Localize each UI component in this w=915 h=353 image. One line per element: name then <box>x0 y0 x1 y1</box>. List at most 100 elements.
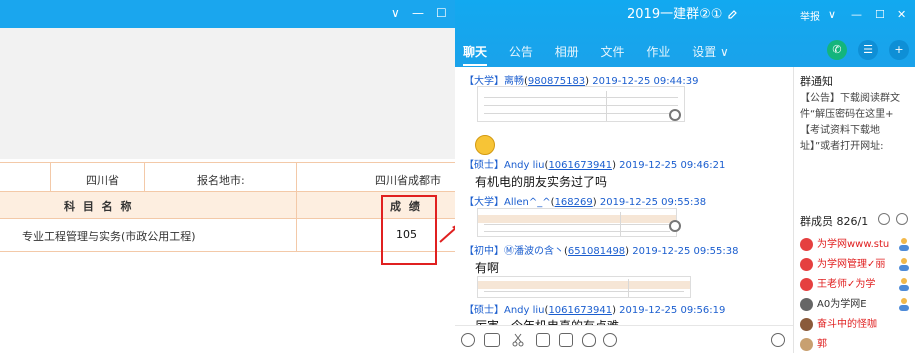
member-item[interactable]: 为学网管理✓丽 <box>800 257 912 273</box>
image-thumbnail[interactable] <box>477 276 691 298</box>
subject-header: 科 目 名 称 <box>64 200 134 213</box>
chat-tabs: 聊天 公告 相册 文件 作业 设置 ∨ <box>463 43 747 66</box>
emoji-icon[interactable] <box>461 333 475 347</box>
tab-album[interactable]: 相册 <box>555 43 579 60</box>
message-time: 2019-12-25 09:55:38 <box>632 246 739 257</box>
page-background <box>0 28 455 159</box>
add-icon[interactable]: + <box>889 40 909 60</box>
member-item[interactable]: 奋斗中的怪咖 <box>800 317 912 333</box>
zoom-icon[interactable] <box>669 109 681 121</box>
avatar <box>800 258 813 271</box>
message-time: 2019-12-25 09:56:19 <box>619 305 726 316</box>
message-text: 厉害，今年机电真的有点难 <box>475 317 619 325</box>
person-icon <box>899 278 909 291</box>
folder-icon[interactable] <box>536 333 550 347</box>
maximize-button[interactable]: ☐ <box>436 6 447 20</box>
sender-qq[interactable]: 1061673941 <box>548 305 612 316</box>
member-level: 【硕士】 <box>464 160 504 171</box>
chat-header: 2019一建群②① 举报 ∨ — ☐ ✕ 聊天 公告 相册 文件 作业 设置 ∨… <box>455 0 915 67</box>
sender-nickname[interactable]: Allen^_^ <box>504 197 551 208</box>
image-thumbnail[interactable] <box>477 208 677 237</box>
tab-settings[interactable]: 设置 ∨ <box>692 43 729 60</box>
call-icon[interactable]: ✆ <box>827 40 847 60</box>
score-query-window: ∨ — ☐ 四川省 报名地市: 四川省成都市 科 目 名 称 成 绩 专业工程管… <box>0 0 455 353</box>
minimize-button[interactable]: — <box>851 8 862 21</box>
sender-qq[interactable]: 168269 <box>555 197 593 208</box>
input-toolbar <box>455 325 793 353</box>
score-highlight-box <box>381 195 437 265</box>
member-item[interactable]: 为学网www.stu <box>800 237 912 253</box>
group-title[interactable]: 2019一建群②① <box>627 7 722 23</box>
member-name: 奋斗中的怪咖 <box>817 319 877 330</box>
message-time: 2019-12-25 09:55:38 <box>599 197 707 208</box>
city-label: 报名地市: <box>197 174 245 187</box>
member-name: 王老师✓为学 <box>817 279 876 290</box>
avatar <box>800 238 813 251</box>
message-time: 2019-12-25 09:46:21 <box>619 160 726 171</box>
members-count: 群成员 826/1 <box>800 215 869 228</box>
edit-icon[interactable] <box>727 9 738 20</box>
person-icon <box>899 298 909 311</box>
member-name: 为学网管理✓丽 <box>817 259 886 270</box>
message-sender: 【硕士】Andy liu(1061673941) 2019-12-25 09:5… <box>464 305 726 316</box>
group-side-panel: 群通知 【公告】下载阅读群文件“解压密码在这里+【考试资料下载地址】”或者打开网… <box>793 67 915 353</box>
sender-qq[interactable]: 651081498 <box>568 246 625 257</box>
close-button[interactable]: ✕ <box>897 8 906 21</box>
emoji-sticker <box>475 135 495 155</box>
more-icon[interactable] <box>603 333 617 347</box>
tab-homework[interactable]: 作业 <box>646 43 670 60</box>
notice-body[interactable]: 【公告】下载阅读群文件“解压密码在这里+【考试资料下载地址】”或者打开网址: <box>800 91 910 155</box>
member-level: 【硕士】 <box>464 305 504 316</box>
member-item[interactable]: A0为学网E <box>800 297 912 313</box>
province-cell: 四川省 <box>86 174 119 187</box>
sender-qq[interactable]: 1061673941 <box>548 160 612 171</box>
person-icon <box>899 258 909 271</box>
message-icon[interactable]: ☰ <box>858 40 878 60</box>
minimize-button[interactable]: — <box>412 6 424 20</box>
gif-icon[interactable] <box>484 333 500 347</box>
subject-cell: 专业工程管理与实务(市政公用工程) <box>22 230 196 243</box>
sender-nickname[interactable]: Andy liu <box>504 305 545 316</box>
chevron-down-icon[interactable]: ∨ <box>828 8 836 21</box>
zoom-icon[interactable] <box>669 220 681 232</box>
member-item[interactable]: 郭 <box>800 337 912 353</box>
avatar <box>800 278 813 291</box>
notice-title: 群通知 <box>800 75 833 88</box>
avatar <box>800 338 813 351</box>
add-member-icon[interactable] <box>878 213 890 225</box>
city-value: 四川省成都市 <box>375 174 441 187</box>
column-divider <box>144 162 145 192</box>
history-clock-icon[interactable] <box>771 333 785 347</box>
message-sender: 【大学】离畅(980875183) 2019-12-25 09:44:39 <box>464 76 699 87</box>
avatar <box>800 318 813 331</box>
tab-chat[interactable]: 聊天 <box>463 43 488 66</box>
member-level: 【初中】 <box>464 246 504 257</box>
message-sender: 【硕士】Andy liu(1061673941) 2019-12-25 09:4… <box>464 160 726 171</box>
scissors-icon[interactable] <box>511 333 525 347</box>
report-link[interactable]: 举报 <box>800 8 820 23</box>
table-row-location: 四川省 报名地市: 四川省成都市 <box>0 162 455 192</box>
image-thumbnail[interactable] <box>477 86 685 122</box>
chat-message-list[interactable]: 【大学】离畅(980875183) 2019-12-25 09:44:39 【硕… <box>455 67 793 325</box>
left-title-bar: ∨ — ☐ <box>0 0 455 28</box>
member-item[interactable]: 王老师✓为学 <box>800 277 912 293</box>
member-name: 郭 <box>817 339 827 350</box>
image-icon[interactable] <box>559 333 573 347</box>
member-level: 【大学】 <box>464 197 504 208</box>
sender-nickname[interactable]: Ⓜ潘波の含丶 <box>504 246 564 257</box>
message-sender: 【初中】Ⓜ潘波の含丶(651081498) 2019-12-25 09:55:3… <box>464 246 739 257</box>
message-text: 有机电的朋友实务过了吗 <box>475 175 608 189</box>
member-name: 为学网www.stu <box>817 239 890 250</box>
sender-nickname[interactable]: Andy liu <box>504 160 545 171</box>
chevron-down-icon[interactable]: ∨ <box>391 6 400 20</box>
person-icon <box>899 238 909 251</box>
maximize-button[interactable]: ☐ <box>875 8 885 21</box>
tab-announcement[interactable]: 公告 <box>509 43 533 60</box>
message-text: 有啊 <box>475 261 500 275</box>
group-chat-window: 2019一建群②① 举报 ∨ — ☐ ✕ 聊天 公告 相册 文件 作业 设置 ∨… <box>455 0 915 353</box>
search-icon[interactable] <box>896 213 908 225</box>
message-sender: 【大学】Allen^_^(168269) 2019-12-25 09:55:38 <box>464 197 707 208</box>
bell-icon[interactable] <box>582 333 596 347</box>
avatar <box>800 298 813 311</box>
tab-files[interactable]: 文件 <box>601 43 625 60</box>
